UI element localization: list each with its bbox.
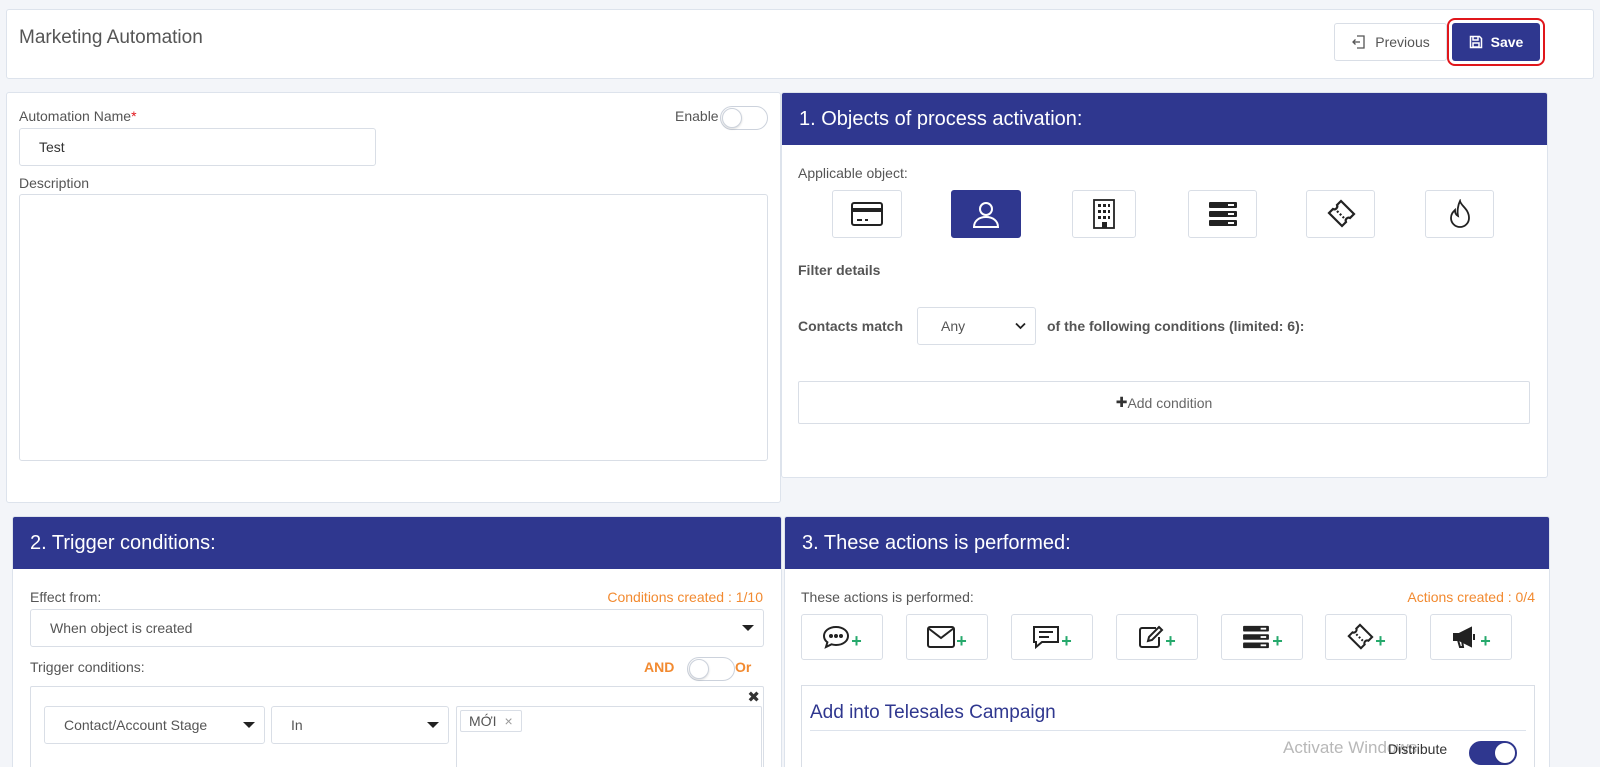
object-ticket-button[interactable] bbox=[1306, 190, 1375, 238]
automation-name-label: Automation Name* bbox=[19, 108, 137, 124]
chevron-down-icon bbox=[1015, 322, 1026, 330]
page-title: Marketing Automation bbox=[19, 27, 203, 48]
applicable-object-label: Applicable object: bbox=[798, 165, 908, 181]
triggers-section-title: 2. Trigger conditions: bbox=[13, 517, 781, 569]
automation-name-input[interactable]: Test bbox=[19, 128, 376, 166]
effect-from-select[interactable]: When object is created bbox=[30, 609, 764, 647]
automation-form: Automation Name* Enable Test Description bbox=[6, 92, 781, 503]
filter-details-label: Filter details bbox=[798, 262, 881, 278]
caret-down-icon bbox=[742, 625, 754, 631]
edit-add-icon bbox=[1139, 625, 1164, 648]
previous-button[interactable]: Previous bbox=[1334, 23, 1447, 61]
telesales-title: Add into Telesales Campaign bbox=[810, 702, 1056, 723]
actions-section: 3. These actions is performed: These act… bbox=[784, 516, 1550, 767]
description-label: Description bbox=[19, 175, 90, 191]
list-add-icon bbox=[1243, 625, 1270, 649]
plus-icon: ✚ bbox=[1115, 394, 1128, 410]
actions-performed-label: These actions is performed: bbox=[801, 589, 974, 605]
card-icon bbox=[851, 202, 883, 226]
and-or-toggle[interactable] bbox=[687, 657, 735, 681]
action-chat-button[interactable]: + bbox=[801, 614, 883, 660]
action-email-button[interactable]: + bbox=[906, 614, 988, 660]
remove-tag-icon[interactable]: × bbox=[504, 713, 512, 729]
value-tag: MỚI × bbox=[460, 710, 522, 732]
ticket-icon bbox=[1326, 199, 1356, 228]
previous-icon bbox=[1352, 35, 1365, 49]
action-ticket-button[interactable]: + bbox=[1325, 614, 1407, 660]
condition-operator-value: In bbox=[291, 717, 303, 733]
object-card-button[interactable] bbox=[832, 190, 902, 238]
ticket-add-icon bbox=[1347, 623, 1374, 650]
condition-field-value: Contact/Account Stage bbox=[64, 717, 208, 733]
effect-from-label: Effect from: bbox=[30, 589, 102, 605]
condition-values-input[interactable]: MỚI × bbox=[456, 706, 762, 767]
object-list-button[interactable] bbox=[1188, 190, 1257, 238]
enable-label: Enable bbox=[675, 108, 719, 124]
objects-section-title: 1. Objects of process activation: bbox=[782, 93, 1547, 145]
and-label: AND bbox=[644, 659, 675, 675]
caret-down-icon bbox=[427, 722, 439, 728]
actions-created-count: Actions created : 0/4 bbox=[1407, 589, 1535, 605]
message-add-icon bbox=[1033, 626, 1060, 649]
conditions-created-count: Conditions created : 1/10 bbox=[607, 589, 763, 605]
distribute-label: Distribute bbox=[1388, 741, 1448, 757]
caret-down-icon bbox=[243, 722, 255, 728]
enable-toggle[interactable] bbox=[720, 106, 768, 130]
megaphone-add-icon bbox=[1453, 626, 1476, 648]
action-edit-button[interactable]: + bbox=[1116, 614, 1198, 660]
page-header: Marketing Automation Previous Save bbox=[6, 9, 1594, 79]
object-contact-button[interactable] bbox=[951, 190, 1021, 238]
objects-section: 1. Objects of process activation: Applic… bbox=[781, 92, 1548, 478]
contacts-match-label: Contacts match bbox=[798, 318, 904, 334]
conditions-suffix-label: of the following conditions (limited: 6)… bbox=[1047, 318, 1305, 334]
required-mark: * bbox=[131, 108, 137, 124]
mail-add-icon bbox=[927, 626, 956, 648]
list-icon bbox=[1208, 202, 1237, 226]
object-hot-button[interactable] bbox=[1425, 190, 1494, 238]
or-label: Or bbox=[735, 659, 752, 675]
save-icon bbox=[1469, 35, 1482, 49]
contact-icon bbox=[972, 202, 1000, 228]
triggers-section: 2. Trigger conditions: Effect from: Cond… bbox=[12, 516, 782, 767]
close-icon[interactable]: ✖ bbox=[747, 688, 760, 706]
object-company-button[interactable] bbox=[1072, 190, 1136, 238]
fire-icon bbox=[1449, 199, 1470, 228]
action-message-button[interactable]: + bbox=[1011, 614, 1093, 660]
add-condition-button[interactable]: ✚ Add condition bbox=[798, 381, 1530, 424]
building-icon bbox=[1093, 199, 1115, 229]
save-button[interactable]: Save bbox=[1447, 18, 1545, 66]
chat-add-icon bbox=[823, 625, 850, 649]
save-label: Save bbox=[1490, 34, 1524, 50]
description-textarea[interactable] bbox=[19, 194, 768, 461]
divider bbox=[810, 730, 1526, 731]
distribute-toggle[interactable] bbox=[1469, 741, 1517, 765]
action-list-button[interactable]: + bbox=[1221, 614, 1303, 660]
match-select-value: Any bbox=[941, 318, 966, 334]
previous-label: Previous bbox=[1375, 34, 1430, 50]
effect-from-value: When object is created bbox=[50, 620, 193, 636]
condition-field-select[interactable]: Contact/Account Stage bbox=[44, 706, 265, 744]
condition-operator-select[interactable]: In bbox=[271, 706, 449, 744]
match-select[interactable]: Any bbox=[917, 307, 1036, 345]
condition-box: ✖ Contact/Account Stage In MỚI × bbox=[30, 686, 764, 767]
actions-section-title: 3. These actions is performed: bbox=[785, 517, 1549, 569]
trigger-conditions-label: Trigger conditions: bbox=[30, 659, 145, 675]
action-campaign-button[interactable]: + bbox=[1430, 614, 1512, 660]
